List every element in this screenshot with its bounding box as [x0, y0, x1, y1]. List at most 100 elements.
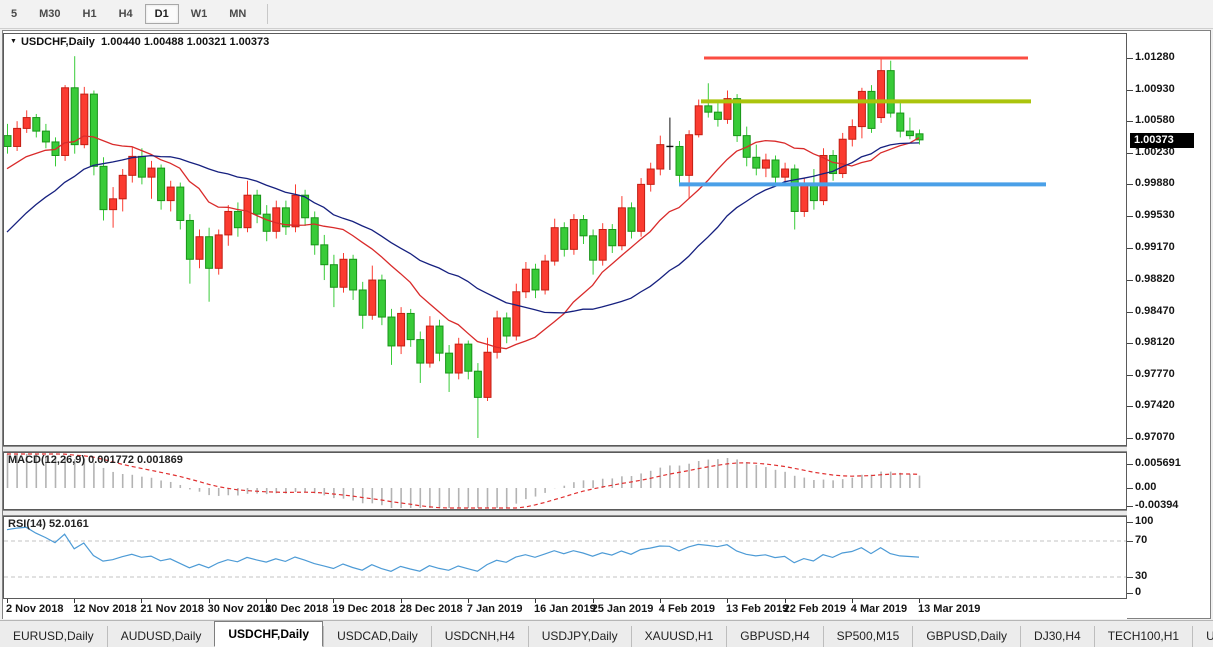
timeframe-button-d1[interactable]: D1: [144, 4, 179, 24]
candle: [502, 312, 511, 344]
rsi-axis-tick: 30: [1135, 570, 1148, 582]
time-axis-label: 2 Nov 2018: [6, 603, 64, 615]
time-axis: 2 Nov 2018 12 Nov 2018 21 Nov 2018 30 Nov 2…: [3, 599, 1127, 619]
axis-tick-mark: [1127, 58, 1133, 59]
candle: [147, 160, 156, 199]
axis-tick-mark: [1127, 464, 1133, 465]
candle: [464, 340, 473, 380]
time-axis-label: 13 Feb 2019: [726, 603, 789, 615]
candle: [387, 308, 396, 365]
price-axis-tick: 0.99170: [1135, 241, 1175, 254]
current-price-tag: 1.00373: [1130, 132, 1194, 148]
time-axis-label: 12 Nov 2018: [73, 603, 137, 615]
candle: [761, 153, 770, 178]
chart-tab-gbpusd[interactable]: GBPUSD,Daily: [912, 626, 1020, 647]
time-axis-label: 4 Feb 2019: [658, 603, 716, 615]
price-axis-tick: 0.97070: [1135, 431, 1175, 443]
candle: [320, 234, 329, 281]
candle: [128, 146, 137, 183]
candle: [41, 123, 50, 149]
axis-tick-mark: [1127, 248, 1133, 250]
chart-tab-sp500[interactable]: SP500,M15: [822, 626, 913, 647]
chart-tab-usdchf[interactable]: USDCHF,Daily: [214, 621, 324, 647]
candle: [329, 254, 338, 308]
axis-tick-mark: [1127, 89, 1133, 91]
candle: [569, 214, 578, 255]
rsi-axis-tick: 0: [1135, 586, 1142, 598]
timeframe-button-m30[interactable]: M30: [29, 4, 70, 24]
candle: [646, 162, 655, 192]
price-axis-tick: 0.99880: [1135, 177, 1175, 190]
chart-ohlc-values: 1.00440 1.00488 1.00321 1.00373: [101, 36, 270, 48]
time-axis-label: 4 Mar 2019: [850, 603, 908, 615]
rsi-label: RSI(14) 52.0161: [8, 518, 89, 530]
rsi-pane: RSI(14) 52.0161: [3, 516, 1127, 599]
candle: [512, 283, 521, 341]
candle: [377, 274, 386, 326]
timeframe-button-5[interactable]: 5: [1, 4, 27, 24]
candlestick-chart: [4, 56, 1046, 439]
time-axis-label: 10 Dec 2018: [265, 603, 329, 615]
candle: [905, 117, 914, 140]
candle: [666, 117, 674, 170]
price-axis-tick: 0.98120: [1135, 336, 1175, 349]
candle: [70, 56, 79, 154]
axis-tick-mark: [1127, 438, 1133, 439]
candle: [195, 229, 204, 269]
candle: [694, 99, 703, 138]
price-axis-tick: 0.97420: [1135, 399, 1175, 412]
candle: [166, 180, 175, 212]
macd-label: MACD(12,26,9) 0.001772 0.001869: [8, 454, 183, 466]
price-axis-tick: 1.00580: [1135, 114, 1175, 127]
candle: [214, 229, 223, 275]
candle: [4, 123, 12, 154]
chart-tab-ukc[interactable]: UKC: [1192, 626, 1213, 647]
axis-tick-mark: [1127, 506, 1133, 507]
chart-tab-usdcad[interactable]: USDCAD,Daily: [323, 626, 431, 647]
candle: [339, 252, 348, 293]
candle: [109, 187, 118, 228]
candle: [253, 189, 262, 224]
axis-tick-mark: [1127, 541, 1133, 542]
timeframe-button-w1[interactable]: W1: [181, 4, 218, 24]
axis-tick-mark: [1127, 343, 1133, 345]
candle: [89, 90, 98, 176]
candle: [310, 211, 319, 255]
axis-tick-mark: [1127, 152, 1133, 154]
candle: [483, 337, 492, 401]
chart-tab-gbpusd[interactable]: GBPUSD,H4: [726, 626, 822, 647]
timeframe-button-h1[interactable]: H1: [73, 4, 107, 24]
candle: [550, 218, 559, 266]
price-chart-pane: ▼ USDCHF,Daily 1.00440 1.00488 1.00321 1.…: [3, 33, 1127, 446]
chart-tab-eurusd[interactable]: EURUSD,Daily: [0, 626, 107, 647]
chart-tab-xauusd[interactable]: XAUUSD,H1: [630, 626, 727, 647]
time-axis-label: 25 Jan 2019: [591, 603, 654, 615]
rsi-chart: [4, 526, 1126, 578]
rsi-axis-tick: 70: [1135, 534, 1148, 546]
candle: [877, 58, 886, 123]
candle: [848, 119, 857, 147]
chart-tab-usdcnh[interactable]: USDCNH,H4: [430, 626, 528, 647]
chart-tab-tech100[interactable]: TECH100,H1: [1093, 626, 1192, 647]
chart-tab-usdjpy[interactable]: USDJPY,Daily: [527, 626, 631, 647]
axis-tick-mark: [1127, 374, 1133, 376]
macd-axis-tick: -0.00394: [1135, 499, 1179, 511]
candle: [521, 261, 530, 299]
chart-tab-audusd[interactable]: AUDUSD,Daily: [106, 626, 215, 647]
axis-tick-mark: [1127, 577, 1133, 578]
candle: [608, 224, 617, 253]
candle: [368, 265, 377, 320]
axis-tick-mark: [1127, 522, 1133, 523]
candle: [723, 90, 732, 124]
candle: [80, 86, 89, 149]
candle: [233, 202, 242, 237]
candle: [752, 144, 761, 176]
macd-pane: MACD(12,26,9) 0.001772 0.001869: [3, 452, 1127, 510]
timeframe-button-mn[interactable]: MN: [219, 4, 256, 24]
chart-tab-dj30[interactable]: DJ30,H4: [1020, 626, 1094, 647]
timeframe-button-h4[interactable]: H4: [109, 4, 143, 24]
axis-tick-mark: [1127, 311, 1133, 313]
collapse-triangle-icon[interactable]: ▼: [10, 38, 17, 45]
candle: [541, 254, 550, 295]
candle: [205, 227, 214, 302]
